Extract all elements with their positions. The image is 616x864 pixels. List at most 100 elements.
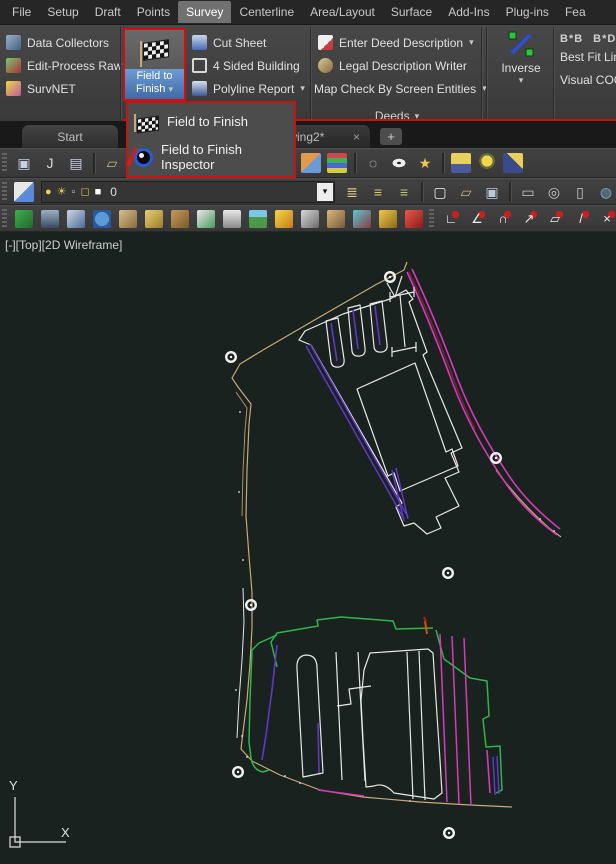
point-node-center: [237, 771, 239, 773]
copy-drawing-icon[interactable]: ▤: [66, 153, 86, 173]
toolbar-grip[interactable]: [2, 153, 7, 173]
dump-truck-icon[interactable]: [379, 210, 397, 228]
open-drawing-icon[interactable]: ▱: [102, 153, 122, 173]
magic-wand-icon[interactable]: ★: [415, 153, 435, 173]
polyline-report-label: Polyline Report: [213, 82, 294, 96]
menu-plug-ins[interactable]: Plug-ins: [498, 1, 557, 23]
b-to-b-icon[interactable]: B*B: [560, 33, 583, 45]
polyline-break-icon[interactable]: ×: [598, 210, 616, 228]
menu-centerline[interactable]: Centerline: [231, 1, 302, 23]
tub-icon[interactable]: [223, 210, 241, 228]
layer-properties-icon[interactable]: [14, 182, 34, 202]
field-to-finish-menu: Field to Finish Field to Finish Inspecto…: [126, 101, 296, 178]
mine-cart-icon[interactable]: [353, 210, 371, 228]
lightning-icon[interactable]: [275, 210, 293, 228]
polyline-arc-icon[interactable]: ∩: [494, 210, 512, 228]
storm-cloud-icon[interactable]: [67, 210, 85, 228]
light-spot-icon[interactable]: [503, 153, 523, 173]
menu-features[interactable]: Fea: [557, 1, 594, 23]
field-to-finish-inspector-label: Field to Finish Inspector: [161, 142, 294, 172]
erase-highlight-icon[interactable]: ◌: [363, 153, 383, 173]
polyline-slope-icon[interactable]: /: [572, 210, 590, 228]
layer-stack-1-icon[interactable]: ≣: [342, 182, 362, 202]
menu-item-field-to-finish-inspector[interactable]: Field to Finish Inspector: [128, 139, 294, 175]
drawing-viewport[interactable]: [-][Top][2D Wireframe] Y X: [0, 232, 616, 864]
new-file-icon[interactable]: ▢: [430, 182, 450, 202]
layer-freeze-icon[interactable]: ▫: [72, 183, 76, 201]
b-to-d-icon[interactable]: B*D: [593, 33, 616, 45]
menu-item-field-to-finish[interactable]: Field to Finish: [128, 103, 294, 139]
menu-surface[interactable]: Surface: [383, 1, 440, 23]
surveyor-icon[interactable]: [405, 210, 423, 228]
hook-tool-icon[interactable]: J: [40, 153, 60, 173]
point-marker-dot: [242, 559, 244, 561]
polyline-vertex-icon[interactable]: ∟: [442, 210, 460, 228]
layer-lock-icon[interactable]: ◻: [80, 183, 89, 201]
save-file-icon[interactable]: ▣: [482, 182, 502, 202]
field-to-finish-split-button[interactable]: Field to Finish ▾: [123, 28, 186, 101]
ribbon-item-survnet[interactable]: SurvNET: [6, 77, 120, 100]
new-drawing-icon[interactable]: ▣: [14, 153, 34, 173]
ribbon-item-legal-description-writer[interactable]: Legal Description Writer: [318, 54, 476, 77]
layer-sun-icon[interactable]: ☀: [57, 183, 67, 201]
menu-draft[interactable]: Draft: [87, 1, 129, 23]
menu-setup[interactable]: Setup: [39, 1, 86, 23]
menu-points[interactable]: Points: [129, 1, 178, 23]
menu-add-ins[interactable]: Add-Ins: [440, 1, 497, 23]
landscape-icon[interactable]: [249, 210, 267, 228]
polyline-curve-icon[interactable]: ↗: [520, 210, 538, 228]
menu-survey[interactable]: Survey: [178, 1, 231, 23]
toolbar-grip[interactable]: [429, 209, 434, 229]
pick-tool-icon[interactable]: [119, 210, 137, 228]
point-marker-dot: [246, 756, 248, 758]
ribbon-item-best-fit-line[interactable]: Best Fit Lin: [560, 45, 616, 68]
road-icon[interactable]: [41, 210, 59, 228]
color-bands-icon[interactable]: [327, 153, 347, 173]
light-bulb-icon[interactable]: [477, 153, 497, 173]
layer-stack-2-icon[interactable]: ≡: [368, 182, 388, 202]
polyline-join-icon[interactable]: ∠: [468, 210, 486, 228]
open-file-icon[interactable]: ▱: [456, 182, 476, 202]
menu-file[interactable]: File: [4, 1, 39, 23]
ribbon-item-enter-deed-description[interactable]: Enter Deed Description ▾: [318, 31, 476, 54]
eye-icon[interactable]: [389, 153, 409, 173]
light-point-icon[interactable]: [451, 153, 471, 173]
print-preview-icon[interactable]: ◎: [544, 182, 564, 202]
publish-icon[interactable]: ▯: [570, 182, 590, 202]
point-node-center: [495, 457, 497, 459]
image-insert-icon[interactable]: [301, 153, 321, 173]
close-tab-icon[interactable]: ×: [353, 130, 360, 144]
print-icon[interactable]: ▭: [518, 182, 538, 202]
menu-area-layout[interactable]: Area/Layout: [302, 1, 383, 23]
ribbon-item-edit-process-raw[interactable]: Edit-Process Raw: [6, 54, 120, 77]
polyline-area-icon[interactable]: ▱: [546, 210, 564, 228]
ribbon-item-4-sided-building[interactable]: 4 Sided Building: [192, 54, 308, 77]
mining-tools-icon[interactable]: [301, 210, 319, 228]
viewport-controls-label[interactable]: [-][Top][2D Wireframe]: [5, 238, 122, 252]
ribbon-item-cut-sheet[interactable]: Cut Sheet: [192, 31, 308, 54]
report-docs-icon[interactable]: [197, 210, 215, 228]
layer-color-swatch[interactable]: ■: [95, 183, 102, 201]
globe-search-icon[interactable]: [93, 210, 111, 228]
total-station-icon[interactable]: [15, 210, 33, 228]
ribbon-item-data-collectors[interactable]: Data Collectors: [6, 31, 120, 54]
ribbon-item-map-check[interactable]: Map Check By Screen Entities ▾: [318, 77, 476, 100]
layer-combo[interactable]: ●☀▫◻■ 0 ▾: [41, 181, 335, 203]
inverse-button[interactable]: Inverse ▾: [492, 29, 550, 86]
new-tab-button[interactable]: +: [380, 128, 402, 145]
layer-stack-3-icon[interactable]: ≡: [394, 182, 414, 202]
field-to-finish-dropdown-part[interactable]: Field to Finish ▾: [125, 69, 184, 99]
toolbar-carlson: ∟∠∩↗▱/×●▼: [0, 205, 616, 232]
toolbar-grip[interactable]: [2, 209, 7, 229]
layer-combo-arrow[interactable]: ▾: [317, 183, 333, 201]
toolbar-grip[interactable]: [2, 182, 7, 202]
ribbon-item-visual-cogo[interactable]: Visual COG: [560, 68, 616, 91]
ribbon-item-polyline-report[interactable]: Polyline Report ▾: [192, 77, 308, 100]
jackhammer-icon[interactable]: [327, 210, 345, 228]
stockpile-icon[interactable]: [171, 210, 189, 228]
cad-polyline: [496, 470, 561, 537]
tab-start[interactable]: Start: [22, 125, 118, 148]
layer-on-bulb-icon[interactable]: ●: [45, 183, 52, 201]
camera-icon[interactable]: [145, 210, 163, 228]
web-globe-icon[interactable]: ◍: [596, 182, 616, 202]
